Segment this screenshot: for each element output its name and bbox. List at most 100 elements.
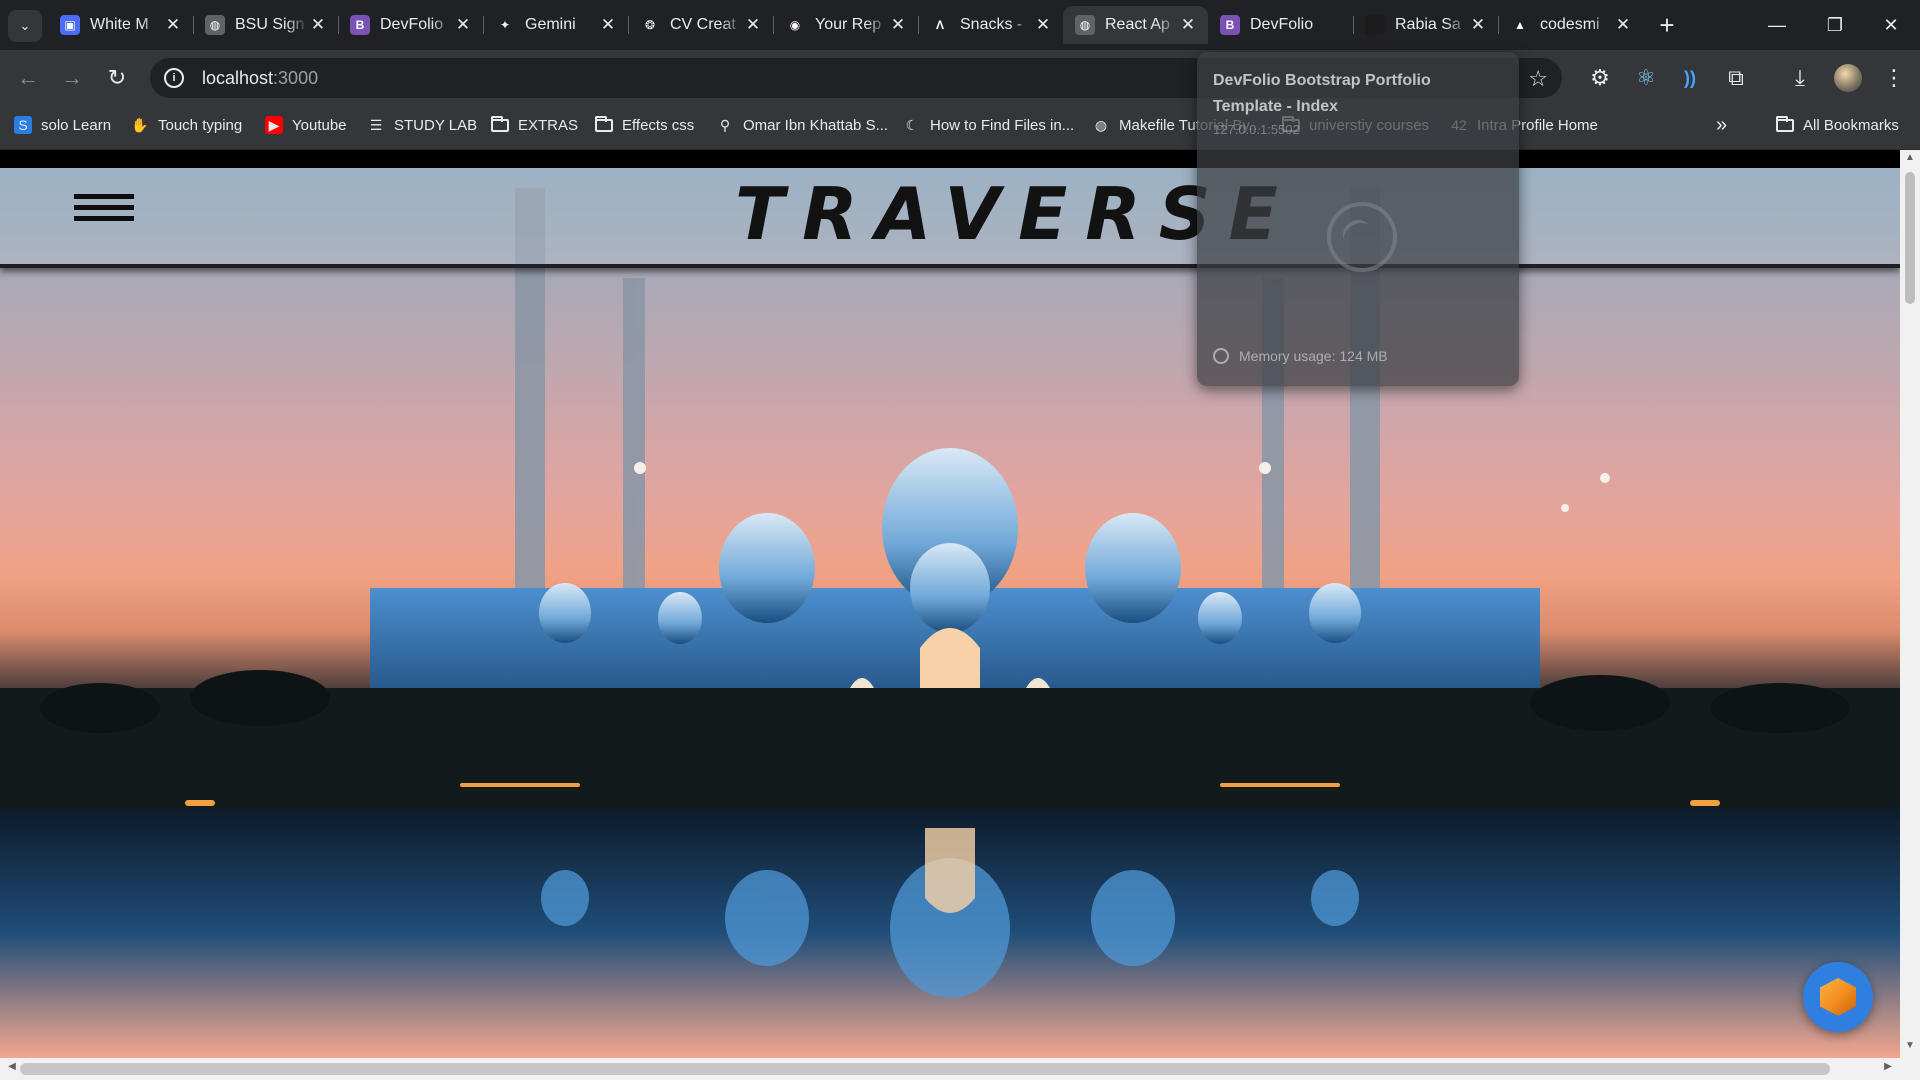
horizontal-scrollbar[interactable]: ◀ ▶ [0,1058,1920,1080]
hamburger-menu-icon[interactable] [74,194,134,226]
bookmark-item[interactable]: EXTRAS [491,106,578,144]
folder-icon [491,115,509,132]
codesmith-icon: ▲ [1514,18,1526,32]
floating-cube-button[interactable] [1803,962,1873,1032]
download-icon[interactable]: ⤓ [1784,62,1816,94]
horizontal-scroll-thumb[interactable] [20,1063,1830,1075]
bookmark-item[interactable]: ✋ Touch typing [131,106,242,144]
browser-tab[interactable]: ▲ codesmi ✕ [1498,6,1643,44]
globe-icon: ◍ [205,15,225,35]
vertical-scroll-thumb[interactable] [1905,172,1915,304]
extension-react-icon[interactable]: ⚛ [1630,62,1662,94]
extension-gear-icon[interactable]: ⚙ [1584,62,1616,94]
forward-button[interactable]: → [56,62,88,94]
browser-tab[interactable]: Rabia Sa ✕ [1353,6,1498,44]
bookmark-item[interactable]: ▶ Youtube [265,106,347,144]
pin-icon: ⚲ [719,116,731,133]
bookmark-label: How to Find Files in... [930,116,1075,134]
extension-wave-icon[interactable]: )) [1674,62,1706,94]
browser-tab[interactable]: ❂ CV Creat ✕ [628,6,773,44]
all-bookmarks-button[interactable]: All Bookmarks [1776,106,1899,144]
close-tab-icon[interactable]: ✕ [163,15,183,35]
folder-icon [1776,115,1794,132]
close-tab-icon[interactable]: ✕ [888,15,908,35]
openai-icon: ❂ [644,18,656,32]
hover-card-memory: Memory usage: 124 MB [1213,348,1388,364]
page-viewport: TRAVERSE ▲ ▼ ◀ ▶ [0,150,1920,1080]
bookmarks-bar: » All Bookmarks Ssolo Learn ✋ Touch typing… [0,106,1920,150]
tab-strip: ⌄ ▣ White M ✕ ◍ BSU Sign ✕ B DevFolio ✕ ✦ Gemini ✕ ❂… [0,0,1920,50]
tab-title: Your Rep [815,16,882,33]
list-icon: ☰ [369,116,383,133]
bookmark-label: EXTRAS [518,116,579,134]
scroll-left-arrow-icon[interactable]: ◀ [4,1061,20,1077]
crescent-icon: ☾ [905,116,919,133]
hand-icon: ✋ [131,116,149,133]
url-text: localhost:3000 [202,68,318,89]
bookmark-label: Omar Ibn Khattab S... [743,116,889,134]
browser-tab[interactable]: Λ Snacks - ✕ [918,6,1063,44]
back-button[interactable]: ← [12,62,44,94]
forward-arrow-icon: → [61,65,83,90]
menu-dots-icon[interactable]: ⋮ [1878,62,1910,94]
close-tab-icon[interactable]: ✕ [598,15,618,35]
close-tab-icon[interactable]: ✕ [743,15,763,35]
bookmarks-overflow-button[interactable]: » [1716,106,1727,144]
tab-title: Rabia Sa [1395,16,1461,33]
profile-avatar[interactable] [1834,64,1862,92]
browser-tab[interactable]: ◍ React Ap ✕ [1063,6,1208,44]
folder-icon [595,115,613,132]
browser-tab[interactable]: B DevFolio ✕ [338,6,483,44]
restore-button[interactable]: ❐ [1806,0,1864,50]
bookmark-star-icon[interactable]: ☆ [1528,66,1548,92]
scroll-right-arrow-icon[interactable]: ▶ [1880,1061,1896,1077]
tab-search-button[interactable]: ⌄ [8,10,42,42]
browser-tab[interactable]: ◍ BSU Sign ✕ [193,6,338,44]
browser-tab[interactable]: ✦ Gemini ✕ [483,6,628,44]
bookmark-item[interactable]: Ssolo Learn [14,106,111,144]
bookmark-label: Youtube [292,116,347,134]
globe-icon: ◍ [1094,116,1108,133]
close-tab-icon[interactable]: ✕ [308,15,328,35]
scroll-down-arrow-icon[interactable]: ▼ [1900,1040,1920,1056]
reload-icon: ↻ [107,65,127,90]
tab-title: CV Creat [670,16,736,33]
bootstrap-icon: B [350,15,370,35]
bookmark-item[interactable]: Effects css [595,106,694,144]
bookmark-item[interactable]: ☰ STUDY LAB [367,106,477,144]
minimize-button[interactable]: — [1748,0,1806,50]
white-m-icon: ▣ [60,15,80,35]
close-tab-icon[interactable]: ✕ [1613,15,1633,35]
scroll-up-arrow-icon[interactable]: ▲ [1900,152,1920,168]
youtube-icon: ▶ [265,116,283,134]
browser-tab[interactable]: ▣ White M ✕ [48,6,193,44]
browser-tab[interactable]: ◉ Your Rep ✕ [773,6,918,44]
tab-list: ▣ White M ✕ ◍ BSU Sign ✕ B DevFolio ✕ ✦ Gemini ✕ ❂ CV… [48,6,1643,44]
site-info-icon[interactable]: i [164,68,184,88]
tab-title: codesmi [1540,16,1600,33]
bookmark-item[interactable]: ⚲ Omar Ibn Khattab S... [716,106,888,144]
extensions-puzzle-icon[interactable]: ⧉ [1720,62,1752,94]
bookmark-label: Touch typing [158,116,243,134]
vertical-scrollbar[interactable]: ▲ ▼ [1900,150,1920,1058]
tab-title: DevFolio [380,16,444,33]
url-host: localhost [202,67,274,88]
tab-title: BSU Sign [235,16,305,33]
bookmark-label: STUDY LAB [394,116,478,134]
chevron-down-icon: ⌄ [19,18,31,33]
browser-tab[interactable]: B DevFolio [1208,6,1353,44]
close-tab-icon[interactable]: ✕ [1468,15,1488,35]
github-icon: ◉ [789,18,801,32]
back-arrow-icon: ← [17,65,39,90]
new-tab-button[interactable]: + [1652,10,1682,40]
bookmark-label: solo Learn [41,116,112,134]
gemini-icon: ✦ [499,18,511,32]
close-tab-icon[interactable]: ✕ [453,15,473,35]
sololearn-icon: S [14,116,32,134]
hover-card-url: 127.0.0.1:5502 [1213,122,1300,137]
close-tab-icon[interactable]: ✕ [1178,15,1198,35]
close-tab-icon[interactable]: ✕ [1033,15,1053,35]
reload-button[interactable]: ↻ [101,62,133,94]
bookmark-item[interactable]: ☾ How to Find Files in... [903,106,1075,144]
close-window-button[interactable]: ✕ [1862,0,1920,50]
